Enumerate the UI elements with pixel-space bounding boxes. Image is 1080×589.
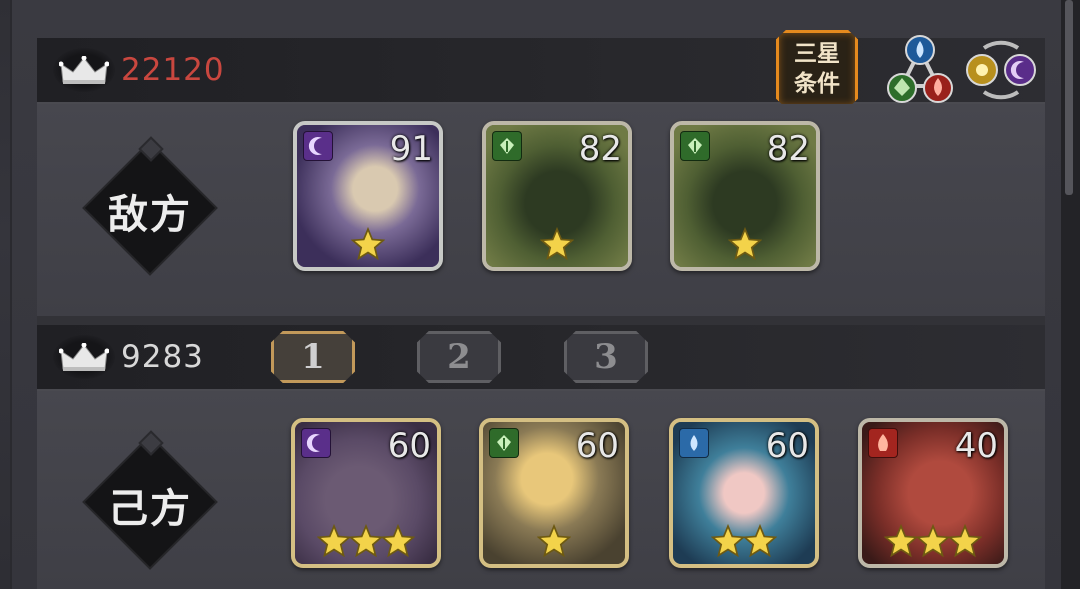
hero-level: 60 — [575, 426, 619, 466]
hero-level: 82 — [578, 129, 622, 169]
team-tab-2[interactable]: 2 — [417, 331, 501, 383]
section-divider — [37, 316, 1045, 325]
ally-power-value: 9283 — [121, 339, 204, 375]
hero-star-rating — [673, 524, 815, 562]
star-icon — [728, 227, 762, 261]
moon-element-icon — [301, 428, 331, 458]
crown-icon — [53, 335, 115, 379]
ally-hero-card-4[interactable]: 40 — [858, 418, 1008, 568]
leaf-element-icon — [680, 131, 710, 161]
hero-star-rating — [862, 524, 1004, 562]
element-cycle-icon[interactable] — [962, 34, 1040, 106]
ally-side-badge: 己方 — [80, 430, 220, 572]
ally-hero-card-2[interactable]: 60 — [479, 418, 629, 568]
enemy-hero-card-2[interactable]: 82 — [482, 121, 632, 271]
star-icon — [711, 524, 745, 558]
crown-icon — [53, 48, 115, 92]
leaf-element-icon — [492, 131, 522, 161]
team-tab-label: 3 — [594, 337, 618, 377]
hero-level: 91 — [389, 129, 433, 169]
star-icon — [540, 227, 574, 261]
enemy-power-value: 22120 — [121, 52, 225, 88]
hero-star-rating — [486, 227, 628, 265]
three-star-label-line1: 三星 — [794, 41, 840, 67]
team-tab-3[interactable]: 3 — [564, 331, 648, 383]
scrollbar-thumb[interactable] — [1065, 0, 1073, 195]
star-icon — [948, 524, 982, 558]
three-star-label-line2: 条件 — [794, 71, 840, 97]
hero-level: 60 — [765, 426, 809, 466]
hero-level: 60 — [387, 426, 431, 466]
hero-level: 40 — [954, 426, 998, 466]
enemy-side-badge: 敌方 — [80, 136, 220, 278]
enemy-hero-card-1[interactable]: 91 — [293, 121, 443, 271]
star-icon — [351, 227, 385, 261]
star-icon — [884, 524, 918, 558]
star-icon — [349, 524, 383, 558]
moon-element-icon — [303, 131, 333, 161]
star-icon — [743, 524, 777, 558]
hero-star-rating — [295, 524, 437, 562]
element-chart-icon[interactable] — [884, 34, 956, 106]
fire-element-icon — [868, 428, 898, 458]
three-star-conditions-button[interactable]: 三星 条件 — [776, 30, 858, 108]
ally-hero-card-3[interactable]: 60 — [669, 418, 819, 568]
star-icon — [381, 524, 415, 558]
ally-hero-card-1[interactable]: 60 — [291, 418, 441, 568]
enemy-hero-card-3[interactable]: 82 — [670, 121, 820, 271]
star-icon — [537, 524, 571, 558]
hero-star-rating — [297, 227, 439, 265]
team-tab-label: 2 — [447, 337, 471, 377]
hero-star-rating — [674, 227, 816, 265]
team-tab-label: 1 — [301, 337, 325, 377]
leaf-element-icon — [489, 428, 519, 458]
team-tab-1[interactable]: 1 — [271, 331, 355, 383]
hero-level: 82 — [766, 129, 810, 169]
enemy-side-label: 敌方 — [108, 192, 192, 238]
star-icon — [916, 524, 950, 558]
hero-star-rating — [483, 524, 625, 562]
ally-side-label: 己方 — [108, 486, 192, 532]
ally-power-bar: 9283 — [37, 325, 1045, 391]
star-icon — [317, 524, 351, 558]
water-element-icon — [679, 428, 709, 458]
